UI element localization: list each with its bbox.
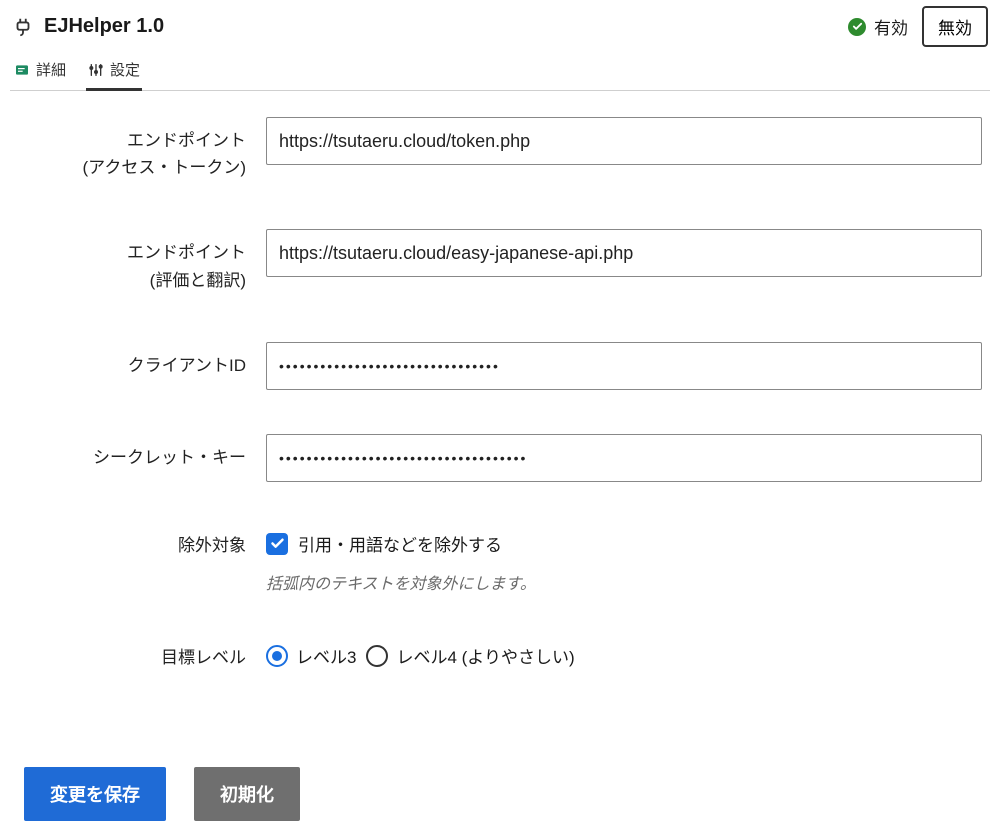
radio-level3[interactable] (266, 645, 288, 667)
secret-key-input[interactable] (266, 434, 982, 482)
label-target-level: 目標レベル (10, 642, 266, 671)
exclusion-checkbox[interactable] (266, 533, 288, 555)
label-client-id: クライアントID (10, 342, 266, 379)
endpoint-api-input[interactable] (266, 229, 982, 277)
endpoint-token-input[interactable] (266, 117, 982, 165)
save-button[interactable]: 変更を保存 (24, 767, 166, 821)
radio-level4[interactable] (366, 645, 388, 667)
exclusion-checkbox-label: 引用・用語などを除外する (298, 531, 502, 556)
exclusion-help-text: 括弧内のテキストを対象外にします。 (266, 570, 982, 594)
tab-details-label: 詳細 (36, 59, 66, 80)
tab-details[interactable]: 詳細 (12, 59, 68, 91)
sliders-icon (88, 62, 104, 78)
check-circle-icon (848, 18, 866, 36)
tab-bar: 詳細 設定 (10, 59, 990, 91)
disable-button[interactable]: 無効 (922, 6, 988, 47)
reset-button[interactable]: 初期化 (194, 767, 300, 821)
label-endpoint-token: エンドポイント (アクセス・トークン) (10, 117, 266, 181)
app-title: EJHelper 1.0 (44, 15, 164, 38)
label-secret-key: シークレット・キー (10, 434, 266, 471)
plugin-icon (12, 16, 34, 38)
tab-settings[interactable]: 設定 (86, 59, 142, 91)
radio-level4-label: レベル4 (よりやさしい) (396, 643, 574, 668)
details-icon (14, 62, 30, 78)
label-exclusion: 除外対象 (10, 530, 266, 559)
radio-level3-label: レベル3 (296, 643, 356, 668)
status-enabled: 有効 (848, 14, 908, 39)
client-id-input[interactable] (266, 342, 982, 390)
enabled-label: 有効 (874, 14, 908, 39)
tab-settings-label: 設定 (110, 59, 140, 80)
label-endpoint-api: エンドポイント (評価と翻訳) (10, 229, 266, 293)
